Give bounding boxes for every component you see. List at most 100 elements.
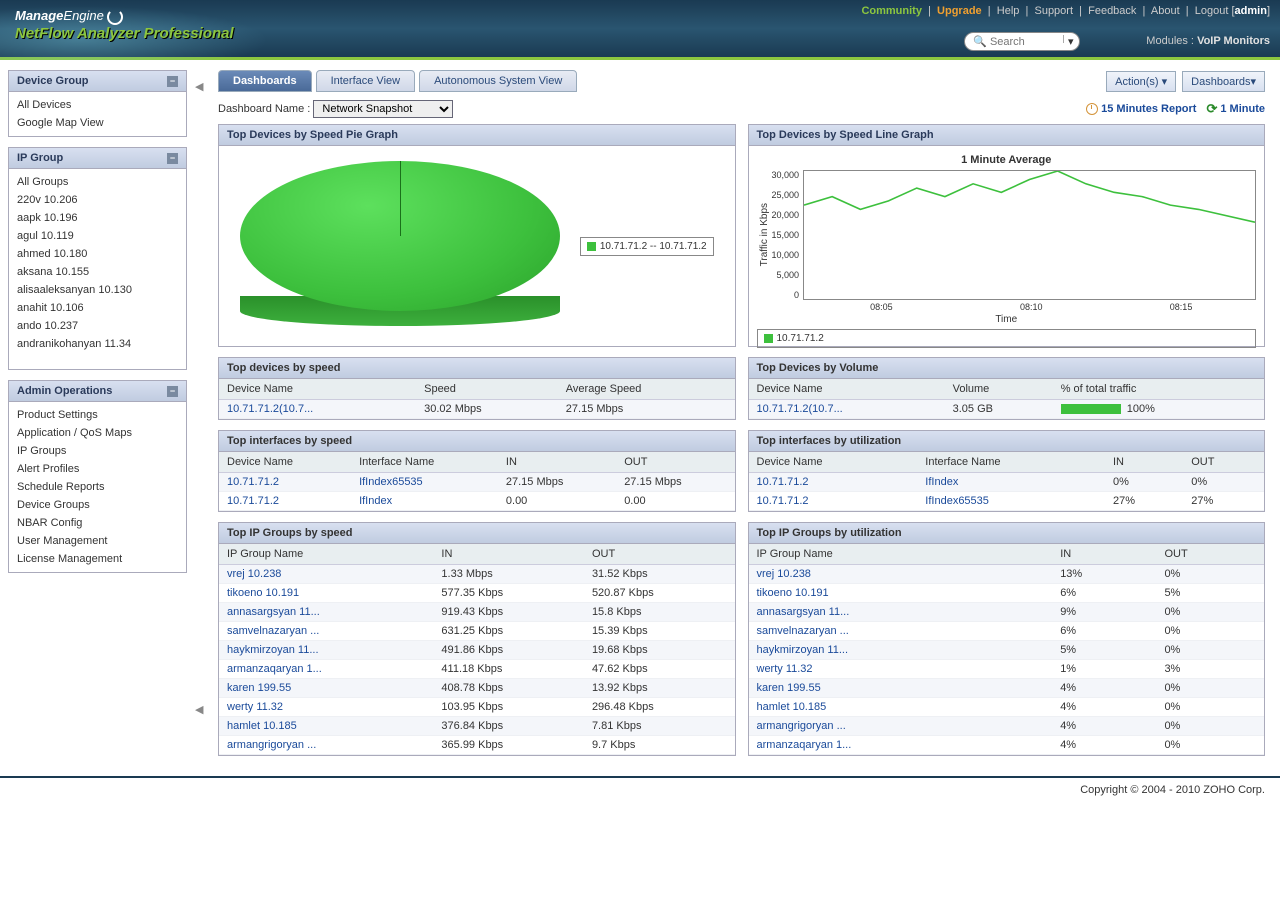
modules-area: Modules : VoIP Monitors [1146, 35, 1270, 47]
sidebar-item[interactable]: All Devices [9, 96, 186, 114]
table-row: vrej 10.2381.33 Mbps31.52 Kbps [219, 565, 735, 584]
feedback-link[interactable]: Feedback [1088, 5, 1136, 17]
y-axis-ticks: 30,00025,00020,00015,00010,0005,0000 [772, 170, 804, 300]
table-row: armangrigoryan ...365.99 Kbps9.7 Kbps [219, 736, 735, 755]
table-row: haykmirzoyan 11...5%0% [749, 641, 1265, 660]
table-row: 10.71.71.2(10.7...3.05 GB100% [749, 400, 1265, 419]
table-row: werty 11.32103.95 Kbps296.48 Kbps [219, 698, 735, 717]
search-dropdown-icon[interactable]: ▾ [1063, 35, 1071, 43]
table-row: vrej 10.23813%0% [749, 565, 1265, 584]
sidebar-item[interactable]: License Management [9, 550, 186, 568]
sidebar-item[interactable]: Device Groups [9, 496, 186, 514]
dashboard-select[interactable]: Network Snapshot [313, 100, 453, 118]
sidebar-item[interactable]: Alert Profiles [9, 460, 186, 478]
sidebar-item[interactable]: alisaaleksanyan 10.130 [9, 281, 186, 299]
search-area: 🔍 ▾ [964, 32, 1080, 51]
table-row: armangrigoryan ...4%0% [749, 717, 1265, 736]
table-row: annasargsyan 11...9%0% [749, 603, 1265, 622]
dashboard-name-label: Dashboard Name : [218, 103, 310, 115]
table-row: armanzaqaryan 1...4%0% [749, 736, 1265, 755]
sidebar-item[interactable]: Schedule Reports [9, 478, 186, 496]
sidebar-item[interactable]: Product Settings [9, 406, 186, 424]
tab-interface-view[interactable]: Interface View [316, 70, 416, 92]
table-row: samvelnazaryan ...6%0% [749, 622, 1265, 641]
sidebar-item[interactable]: NBAR Config [9, 514, 186, 532]
table-row: karen 199.554%0% [749, 679, 1265, 698]
collapse-icon[interactable]: − [167, 386, 178, 397]
top-ip-util-panel: Top IP Groups by utilization IP Group Na… [748, 522, 1266, 756]
admin-ops-title: Admin Operations [17, 385, 112, 397]
line-legend: 10.71.71.2 [757, 329, 1257, 348]
pie-chart [240, 161, 560, 331]
line-chart-subtitle: 1 Minute Average [757, 154, 1257, 166]
sidebar-item[interactable]: User Management [9, 532, 186, 550]
line-chart-panel: Top Devices by Speed Line Graph 1 Minute… [748, 124, 1266, 347]
logo-swirl-icon [107, 9, 123, 25]
one-minute-link[interactable]: ⟳1 Minute [1206, 101, 1265, 117]
table-row: hamlet 10.185376.84 Kbps7.81 Kbps [219, 717, 735, 736]
tab-bar: Dashboards Interface View Autonomous Sys… [218, 70, 581, 92]
table-row: 10.71.71.2IfIndex6553527%27% [749, 492, 1265, 511]
line-chart [803, 170, 1256, 300]
sidebar-item[interactable]: andranikohanyan 11.34 [9, 335, 186, 353]
sidebar-item[interactable]: All Groups [9, 173, 186, 191]
logo: ManageEngine NetFlow Analyzer Profession… [15, 8, 234, 42]
collapse-icon[interactable]: − [167, 76, 178, 87]
x-axis-label: Time [757, 314, 1257, 325]
ip-group-title: IP Group [17, 152, 63, 164]
tab-dashboards[interactable]: Dashboards [218, 70, 312, 92]
table-row: annasargsyan 11...919.43 Kbps15.8 Kbps [219, 603, 735, 622]
logout-link[interactable]: Logout [1195, 5, 1229, 17]
refresh-icon: ⟳ [1206, 101, 1217, 117]
sidebar-item[interactable]: agul 10.119 [9, 227, 186, 245]
sidebar-item[interactable]: Application / QoS Maps [9, 424, 186, 442]
help-link[interactable]: Help [997, 5, 1020, 17]
y-axis-label: Traffic in Kbps [757, 203, 772, 266]
table-row: 10.71.71.2IfIndex0%0% [749, 473, 1265, 492]
actions-button[interactable]: Action(s) ▾ [1106, 71, 1176, 92]
table-row: 10.71.71.2IfIndex6553527.15 Mbps27.15 Mb… [219, 473, 735, 492]
collapse-icon[interactable]: − [167, 153, 178, 164]
table-row: tikoeno 10.191577.35 Kbps520.87 Kbps [219, 584, 735, 603]
dashboards-button[interactable]: Dashboards▾ [1182, 71, 1265, 92]
sidebar-item[interactable]: IP Groups [9, 442, 186, 460]
table-row: tikoeno 10.1916%5% [749, 584, 1265, 603]
sidebar: Device Group − All DevicesGoogle Map View… [0, 60, 195, 776]
table-row: 10.71.71.2IfIndex0.000.00 [219, 492, 735, 511]
table-row: werty 11.321%3% [749, 660, 1265, 679]
header: ManageEngine NetFlow Analyzer Profession… [0, 0, 1280, 60]
pie-legend: 10.71.71.2 -- 10.71.71.2 [580, 237, 714, 256]
admin-ops-panel: Admin Operations − Product SettingsApplic… [8, 380, 187, 573]
sidebar-item[interactable]: anahit 10.106 [9, 299, 186, 317]
collapse-arrow-icon[interactable]: ◀ [195, 80, 203, 93]
pie-chart-title: Top Devices by Speed Pie Graph [219, 125, 735, 146]
about-link[interactable]: About [1151, 5, 1180, 17]
table-row: 10.71.71.2(10.7...30.02 Mbps27.15 Mbps [219, 400, 735, 419]
device-group-title: Device Group [17, 75, 89, 87]
sidebar-item[interactable]: aksana 10.155 [9, 263, 186, 281]
sidebar-item[interactable]: Google Map View [9, 114, 186, 132]
support-link[interactable]: Support [1034, 5, 1073, 17]
table-row: karen 199.55408.78 Kbps13.92 Kbps [219, 679, 735, 698]
footer: Copyright © 2004 - 2010 ZOHO Corp. [0, 776, 1280, 802]
fifteen-min-report-link[interactable]: 15 Minutes Report [1086, 103, 1196, 115]
top-ip-speed-panel: Top IP Groups by speed IP Group NameINOU… [218, 522, 736, 756]
x-axis-ticks: 08:0508:1008:15 [757, 302, 1257, 312]
tab-as-view[interactable]: Autonomous System View [419, 70, 577, 92]
current-user: admin [1235, 5, 1267, 17]
voip-monitors-link[interactable]: VoIP Monitors [1197, 35, 1270, 47]
sidebar-item[interactable]: aapk 10.196 [9, 209, 186, 227]
sidebar-item[interactable]: ahmed 10.180 [9, 245, 186, 263]
search-input[interactable] [990, 36, 1060, 48]
table-row: armanzaqaryan 1...411.18 Kbps47.62 Kbps [219, 660, 735, 679]
upgrade-link[interactable]: Upgrade [937, 5, 982, 17]
line-chart-title: Top Devices by Speed Line Graph [749, 125, 1265, 146]
community-link[interactable]: Community [861, 5, 922, 17]
sidebar-item[interactable]: 220v 10.206 [9, 191, 186, 209]
table-row: haykmirzoyan 11...491.86 Kbps19.68 Kbps [219, 641, 735, 660]
sidebar-item[interactable]: ando 10.237 [9, 317, 186, 335]
pie-chart-panel: Top Devices by Speed Pie Graph 10.71.71.… [218, 124, 736, 347]
collapse-arrow-icon[interactable]: ◀ [195, 703, 203, 716]
top-devices-speed-panel: Top devices by speed Device NameSpeedAve… [218, 357, 736, 420]
top-if-speed-panel: Top interfaces by speed Device NameInter… [218, 430, 736, 512]
